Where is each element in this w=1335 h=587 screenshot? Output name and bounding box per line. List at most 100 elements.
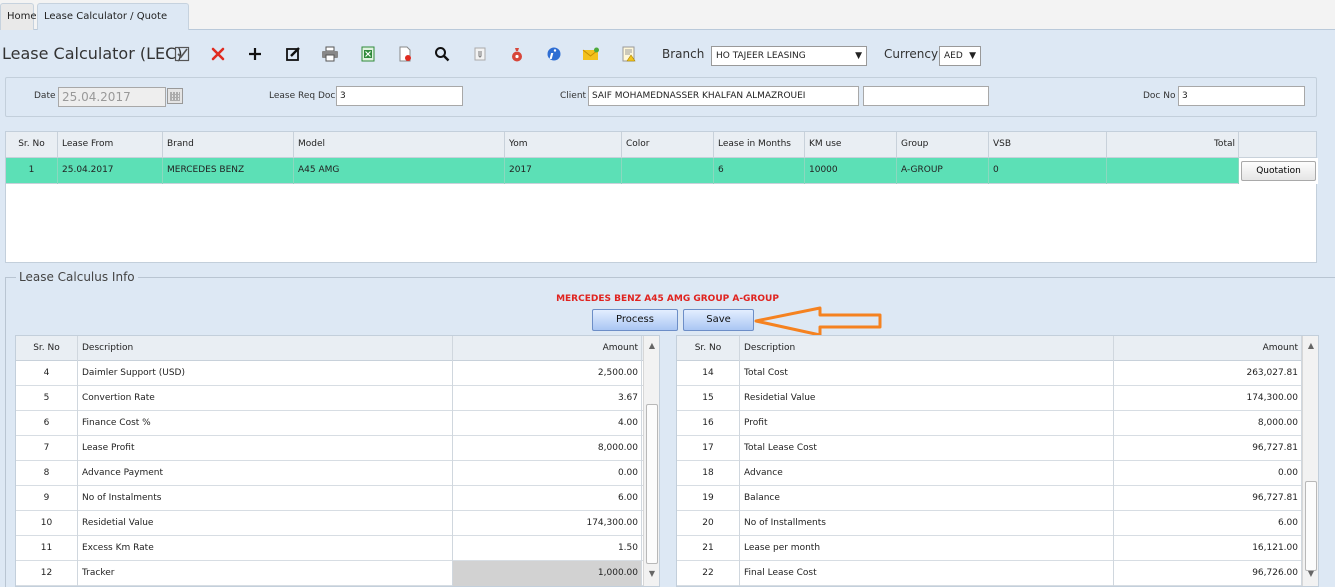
date-field[interactable]: 25.04.2017 <box>58 87 166 107</box>
cell-description: Lease per month <box>740 536 1114 561</box>
right-calculus-table: Sr. No Description Amount 14 Total Cost 26… <box>676 335 1319 587</box>
pdf-icon[interactable] <box>395 44 415 64</box>
col-color[interactable]: Color <box>622 132 714 158</box>
cell-amount: 96,726.00 <box>1114 561 1302 586</box>
mail-icon[interactable] <box>581 44 601 64</box>
table-row[interactable]: 20 No of Installments 6.00 <box>677 511 1318 536</box>
table-row[interactable]: 22 Final Lease Cost 96,726.00 <box>677 561 1318 586</box>
report-warning-icon[interactable] <box>619 44 639 64</box>
table-row[interactable]: 12 Tracker 1,000.00 <box>16 561 659 586</box>
money-bag-icon[interactable] <box>507 44 527 64</box>
lease-grid: Sr. No Lease From Brand Model Yom Color … <box>5 131 1318 263</box>
cell-description: Profit <box>740 411 1114 436</box>
col-brand[interactable]: Brand <box>163 132 294 158</box>
process-button[interactable]: Process <box>592 309 678 331</box>
right-scrollbar[interactable]: ▲ ▼ <box>1302 336 1318 586</box>
cell-sr: 10 <box>16 511 78 536</box>
cell-amount: 96,727.81 <box>1114 436 1302 461</box>
currency-value: AED <box>944 51 963 61</box>
left-scrollbar[interactable]: ▲ ▼ <box>643 336 659 586</box>
tab-bar: Home Lease Calculator / Quote <box>0 0 1335 30</box>
cell-description: Daimler Support (USD) <box>78 361 453 386</box>
cell-amount: 174,300.00 <box>1114 386 1302 411</box>
col-model[interactable]: Model <box>294 132 505 158</box>
info-icon[interactable] <box>544 44 564 64</box>
edit-icon[interactable] <box>283 44 303 64</box>
doc-no-field[interactable]: 3 <box>1178 86 1305 106</box>
col-sr-no[interactable]: Sr. No <box>16 336 78 361</box>
scroll-down-icon[interactable]: ▼ <box>644 566 659 582</box>
col-vsb[interactable]: VSB <box>989 132 1107 158</box>
scroll-down-icon[interactable]: ▼ <box>1303 566 1318 582</box>
check-icon[interactable] <box>172 44 192 64</box>
table-row[interactable]: 21 Lease per month 16,121.00 <box>677 536 1318 561</box>
col-amount[interactable]: Amount <box>453 336 642 361</box>
table-row[interactable]: 15 Residetial Value 174,300.00 <box>677 386 1318 411</box>
table-row[interactable]: 10 Residetial Value 174,300.00 <box>16 511 659 536</box>
table-row[interactable]: 18 Advance 0.00 <box>677 461 1318 486</box>
cell-amount: 8,000.00 <box>453 436 642 461</box>
grid-header: Sr. No Lease From Brand Model Yom Color … <box>6 132 1316 158</box>
scroll-up-icon[interactable]: ▲ <box>1303 338 1318 354</box>
cell-sr: 19 <box>677 486 740 511</box>
scroll-up-icon[interactable]: ▲ <box>644 338 659 354</box>
col-yom[interactable]: Yom <box>505 132 622 158</box>
branch-select[interactable]: HO TAJEER LEASING ▼ <box>711 46 867 66</box>
cell-lease-from: 25.04.2017 <box>58 158 163 184</box>
cell-amount: 16,121.00 <box>1114 536 1302 561</box>
table-row[interactable]: 7 Lease Profit 8,000.00 <box>16 436 659 461</box>
table-row[interactable]: 16 Profit 8,000.00 <box>677 411 1318 436</box>
attachment-icon[interactable] <box>470 44 490 64</box>
cell-amount: 0.00 <box>1114 461 1302 486</box>
tab-home[interactable]: Home <box>0 3 37 30</box>
calendar-icon[interactable] <box>167 88 183 104</box>
cell-amount: 6.00 <box>1114 511 1302 536</box>
table-row[interactable]: 11 Excess Km Rate 1.50 <box>16 536 659 561</box>
tab-lease-calculator[interactable]: Lease Calculator / Quote <box>37 3 189 30</box>
save-button[interactable]: Save <box>683 309 754 331</box>
cell-amount: 263,027.81 <box>1114 361 1302 386</box>
cell-description: Residetial Value <box>740 386 1114 411</box>
cell-description: Advance <box>740 461 1114 486</box>
cell-amount: 0.00 <box>453 461 642 486</box>
client-field[interactable]: SAIF MOHAMEDNASSER KHALFAN ALMAZROUEI <box>588 86 859 106</box>
cell-sr: 8 <box>16 461 78 486</box>
print-icon[interactable] <box>320 44 340 64</box>
lease-req-doc-label: Lease Req Doc <box>269 91 336 101</box>
col-lease-from[interactable]: Lease From <box>58 132 163 158</box>
col-sr-no[interactable]: Sr. No <box>6 132 58 158</box>
excel-icon[interactable] <box>358 44 378 64</box>
client-label: Client <box>560 91 587 101</box>
table-row[interactable]: 19 Balance 96,727.81 <box>677 486 1318 511</box>
cell-sr: 4 <box>16 361 78 386</box>
table-row[interactable]: 1 25.04.2017 MERCEDES BENZ A45 AMG 2017 … <box>6 158 1318 184</box>
table-row[interactable]: 4 Daimler Support (USD) 2,500.00 <box>16 361 659 386</box>
table-row[interactable]: 9 No of Instalments 6.00 <box>16 486 659 511</box>
col-km-use[interactable]: KM use <box>805 132 897 158</box>
cell-description: Residetial Value <box>78 511 453 536</box>
add-icon[interactable] <box>245 44 265 64</box>
col-description[interactable]: Description <box>740 336 1114 361</box>
quotation-button[interactable]: Quotation <box>1241 161 1316 181</box>
currency-select[interactable]: AED ▼ <box>939 46 981 66</box>
client-extra-field[interactable] <box>863 86 989 106</box>
lease-req-doc-field[interactable]: 3 <box>336 86 463 106</box>
col-total[interactable]: Total <box>1107 132 1239 158</box>
table-row[interactable]: 6 Finance Cost % 4.00 <box>16 411 659 436</box>
scroll-thumb[interactable] <box>646 404 658 564</box>
cell-months: 6 <box>714 158 805 184</box>
scroll-thumb[interactable] <box>1305 481 1317 571</box>
col-lease-months[interactable]: Lease in Months <box>714 132 805 158</box>
col-description[interactable]: Description <box>78 336 453 361</box>
col-amount[interactable]: Amount <box>1114 336 1302 361</box>
search-icon[interactable] <box>432 44 452 64</box>
table-row[interactable]: 5 Convertion Rate 3.67 <box>16 386 659 411</box>
branch-value: HO TAJEER LEASING <box>716 51 806 61</box>
table-row[interactable]: 8 Advance Payment 0.00 <box>16 461 659 486</box>
table-row[interactable]: 14 Total Cost 263,027.81 <box>677 361 1318 386</box>
col-group[interactable]: Group <box>897 132 989 158</box>
cell-description: Advance Payment <box>78 461 453 486</box>
col-sr-no[interactable]: Sr. No <box>677 336 740 361</box>
table-row[interactable]: 17 Total Lease Cost 96,727.81 <box>677 436 1318 461</box>
delete-icon[interactable] <box>208 44 228 64</box>
